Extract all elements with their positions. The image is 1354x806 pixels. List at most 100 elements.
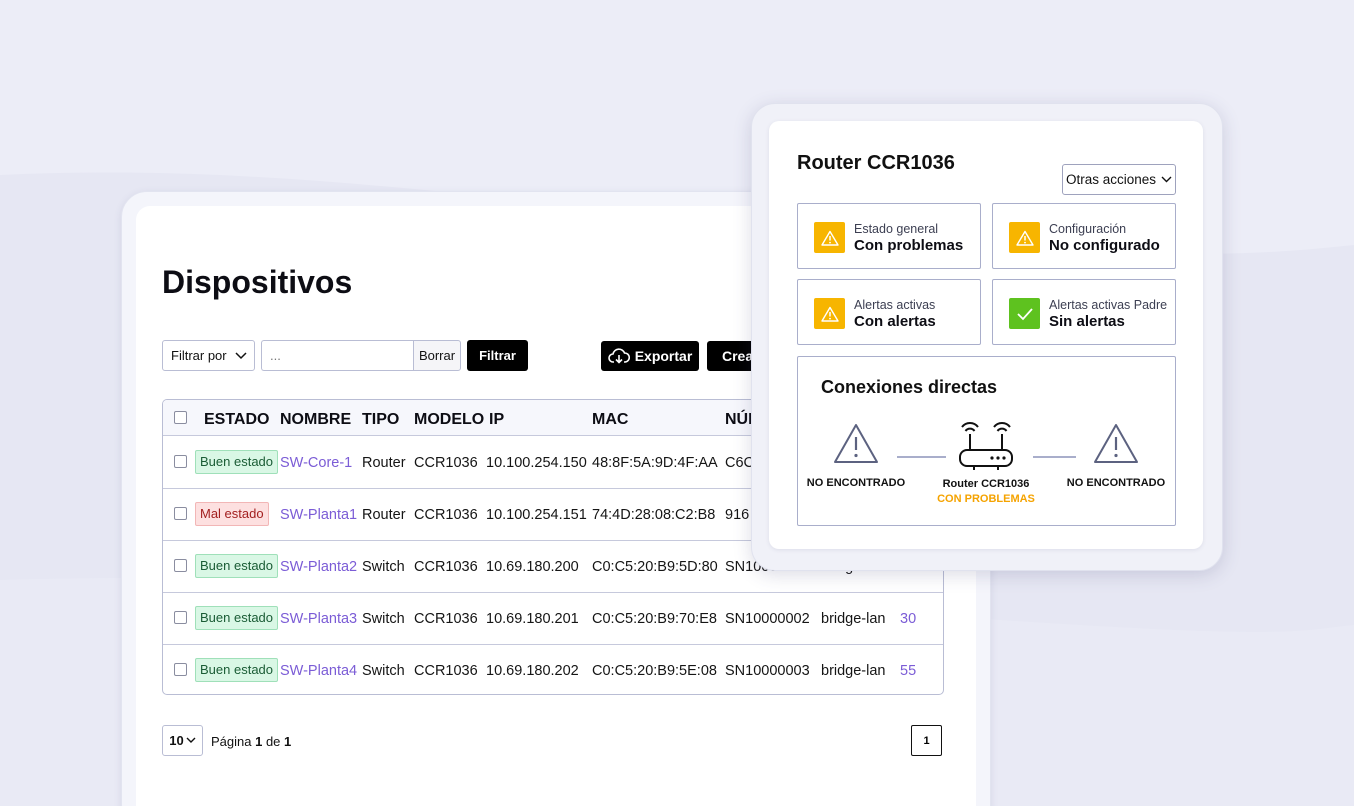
- clear-button[interactable]: Borrar: [413, 340, 461, 371]
- connection-line-right: [1033, 456, 1076, 458]
- page-indicator: Página 1 de 1: [211, 734, 291, 749]
- header-nombre[interactable]: NOMBRE: [280, 411, 351, 429]
- device-model: CCR1036: [414, 455, 478, 471]
- device-model: CCR1036: [414, 559, 478, 575]
- center-node-name: Router CCR1036: [942, 478, 1030, 490]
- device-ip: 10.69.180.200: [486, 559, 579, 575]
- chevron-down-icon: [186, 737, 196, 743]
- device-interface: bridge-lan: [821, 611, 886, 627]
- device-name-link[interactable]: SW-Planta1: [280, 507, 357, 523]
- device-serial: 916: [725, 507, 750, 523]
- page-title: Dispositivos: [162, 264, 353, 300]
- page-size-value: 10: [169, 733, 184, 748]
- status-card-value: Con alertas: [854, 313, 936, 330]
- device-ip: 10.100.254.151: [486, 507, 587, 523]
- filter-button[interactable]: Filtrar: [467, 340, 528, 371]
- check-icon: [1009, 298, 1040, 329]
- device-name-link[interactable]: SW-Planta3: [280, 611, 357, 627]
- status-badge: Buen estado: [195, 450, 279, 474]
- status-badge: Buen estado: [195, 554, 279, 578]
- filter-input[interactable]: [261, 340, 414, 371]
- device-type: Switch: [362, 663, 405, 679]
- page-1-button[interactable]: 1: [911, 725, 942, 756]
- row-checkbox[interactable]: [174, 559, 187, 572]
- warning-icon: [814, 222, 845, 253]
- cloud-download-icon: [607, 348, 630, 364]
- direct-connections-title: Conexiones directas: [821, 377, 998, 397]
- header-ip[interactable]: IP: [489, 411, 504, 429]
- right-node-label: NO ENCONTRADO: [1066, 477, 1166, 489]
- device-name-link[interactable]: SW-Core-1: [280, 455, 352, 471]
- filter-by-label: Filtrar por: [171, 348, 227, 363]
- page-of: de: [262, 734, 285, 749]
- router-icon: [959, 422, 1013, 470]
- device-ip: 10.69.180.202: [486, 663, 579, 679]
- device-name-link[interactable]: SW-Planta2: [280, 559, 357, 575]
- header-estado[interactable]: ESTADO: [204, 411, 269, 429]
- status-card-label: Alertas activas Padre: [1049, 298, 1168, 312]
- status-card-label: Configuración: [1049, 222, 1127, 236]
- device-number-link[interactable]: 55: [900, 663, 916, 679]
- device-serial: SN10000003: [725, 663, 810, 679]
- status-card-config: Configuración No configurado: [992, 203, 1176, 269]
- center-node-status: CON PROBLEMAS: [937, 493, 1035, 505]
- device-mac: C0:C5:20:B9:70:E8: [592, 611, 717, 627]
- connection-line-left: [897, 456, 946, 458]
- left-node-label: NO ENCONTRADO: [806, 477, 906, 489]
- device-mac: C0:C5:20:B9:5E:08: [592, 663, 717, 679]
- device-model: CCR1036: [414, 611, 478, 627]
- status-card-value: Sin alertas: [1049, 313, 1125, 330]
- status-card-label: Alertas activas: [854, 298, 936, 312]
- filter-by-select[interactable]: Filtrar por: [162, 340, 255, 371]
- row-checkbox[interactable]: [174, 611, 187, 624]
- device-serial: SN10000002: [725, 611, 810, 627]
- device-mac: C0:C5:20:B9:5D:80: [592, 559, 718, 575]
- device-interface: bridge-lan: [821, 663, 886, 679]
- row-checkbox[interactable]: [174, 507, 187, 520]
- status-card-alerts: Alertas activas Con alertas: [797, 279, 981, 345]
- device-model: CCR1036: [414, 507, 478, 523]
- status-badge: Buen estado: [195, 658, 279, 682]
- status-badge: Buen estado: [195, 606, 279, 630]
- chevron-down-icon: [1161, 176, 1172, 183]
- header-modelo[interactable]: MODELO: [414, 411, 484, 429]
- header-tipo[interactable]: TIPO: [362, 411, 399, 429]
- export-label: Exportar: [634, 348, 693, 364]
- device-type: Router: [362, 455, 406, 471]
- warning-triangle-icon: [834, 424, 878, 463]
- device-serial: C6C: [725, 455, 755, 471]
- center-node-label: Router CCR1036 CON PROBLEMAS: [931, 477, 1041, 507]
- device-ip: 10.100.254.150: [486, 455, 587, 471]
- other-actions-label: Otras acciones: [1065, 172, 1157, 187]
- header-mac[interactable]: MAC: [592, 411, 628, 429]
- status-card-label: Estado general: [854, 222, 939, 236]
- status-card-value: Con problemas: [854, 237, 964, 254]
- device-type: Switch: [362, 611, 405, 627]
- page-size-select[interactable]: 10: [162, 725, 203, 756]
- table-row[interactable]: Buen estado SW-Planta4 Switch CCR1036 10…: [163, 645, 943, 694]
- row-checkbox[interactable]: [174, 663, 187, 676]
- table-row[interactable]: Buen estado SW-Planta3 Switch CCR1036 10…: [163, 593, 943, 645]
- device-ip: 10.69.180.201: [486, 611, 579, 627]
- device-type: Switch: [362, 559, 405, 575]
- device-name-link[interactable]: SW-Planta4: [280, 663, 357, 679]
- warning-icon: [1009, 222, 1040, 253]
- page-prefix: Página: [211, 734, 256, 749]
- status-card-value: No configurado: [1049, 237, 1160, 254]
- total-pages: 1: [284, 734, 292, 749]
- device-number-link[interactable]: 30: [900, 611, 916, 627]
- export-button[interactable]: Exportar: [601, 341, 699, 371]
- status-badge: Mal estado: [195, 502, 269, 526]
- device-mac: 48:8F:5A:9D:4F:AA: [592, 455, 718, 471]
- router-title: Router CCR1036: [797, 152, 955, 174]
- select-all-checkbox[interactable]: [174, 411, 187, 424]
- other-actions-dropdown[interactable]: Otras acciones: [1062, 164, 1176, 195]
- status-card-general: Estado general Con problemas: [797, 203, 981, 269]
- row-checkbox[interactable]: [174, 455, 187, 468]
- chevron-down-icon: [235, 351, 247, 359]
- warning-triangle-icon: [1094, 424, 1138, 463]
- device-type: Router: [362, 507, 406, 523]
- device-mac: 74:4D:28:08:C2:B8: [592, 507, 716, 523]
- warning-icon: [814, 298, 845, 329]
- status-card-parent-alerts: Alertas activas Padre Sin alertas: [992, 279, 1176, 345]
